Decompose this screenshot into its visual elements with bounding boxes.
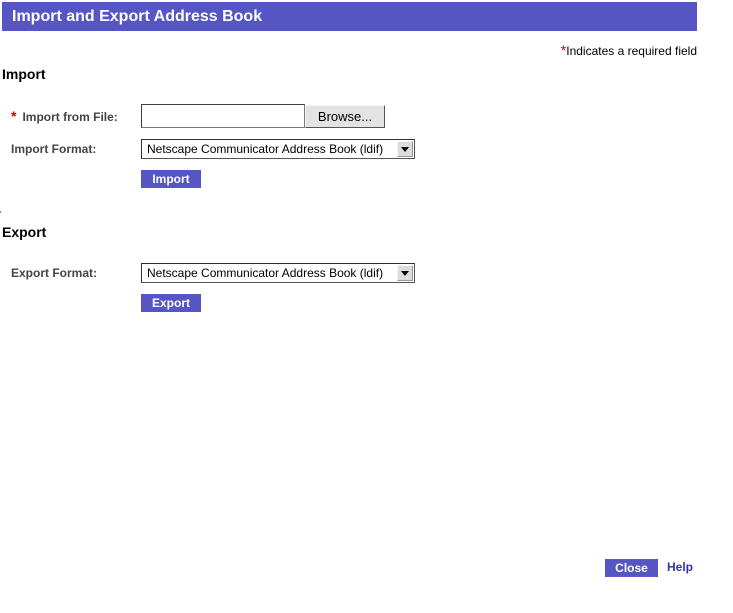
export-format-select[interactable]: Netscape Communicator Address Book (ldif… (141, 263, 415, 283)
divider-mark (0, 211, 1, 213)
import-file-label: * Import from File: (11, 108, 118, 124)
import-file-input[interactable] (141, 104, 305, 128)
page-title: Import and Export Address Book (12, 8, 263, 25)
chevron-down-icon[interactable] (397, 265, 413, 281)
export-format-label: Export Format: (11, 266, 98, 280)
import-format-selected-value: Netscape Communicator Address Book (ldif… (147, 142, 384, 156)
import-file-label-text: Import from File: (22, 110, 118, 124)
import-format-label: Import Format: (11, 142, 97, 156)
required-star-icon: * (11, 108, 17, 124)
browse-button[interactable]: Browse... (305, 105, 385, 128)
chevron-down-icon[interactable] (397, 141, 413, 157)
import-section-heading: Import (2, 66, 46, 82)
required-note-text: Indicates a required field (566, 44, 697, 58)
export-section-heading: Export (2, 224, 47, 240)
export-format-selected-value: Netscape Communicator Address Book (ldif… (147, 266, 384, 280)
page-title-bar: Import and Export Address Book (2, 2, 697, 31)
import-button[interactable]: Import (141, 170, 201, 188)
close-button[interactable]: Close (605, 559, 658, 577)
import-format-select[interactable]: Netscape Communicator Address Book (ldif… (141, 139, 415, 159)
export-button[interactable]: Export (141, 294, 201, 312)
required-field-note: *Indicates a required field (561, 42, 697, 58)
help-link[interactable]: Help (667, 560, 693, 574)
